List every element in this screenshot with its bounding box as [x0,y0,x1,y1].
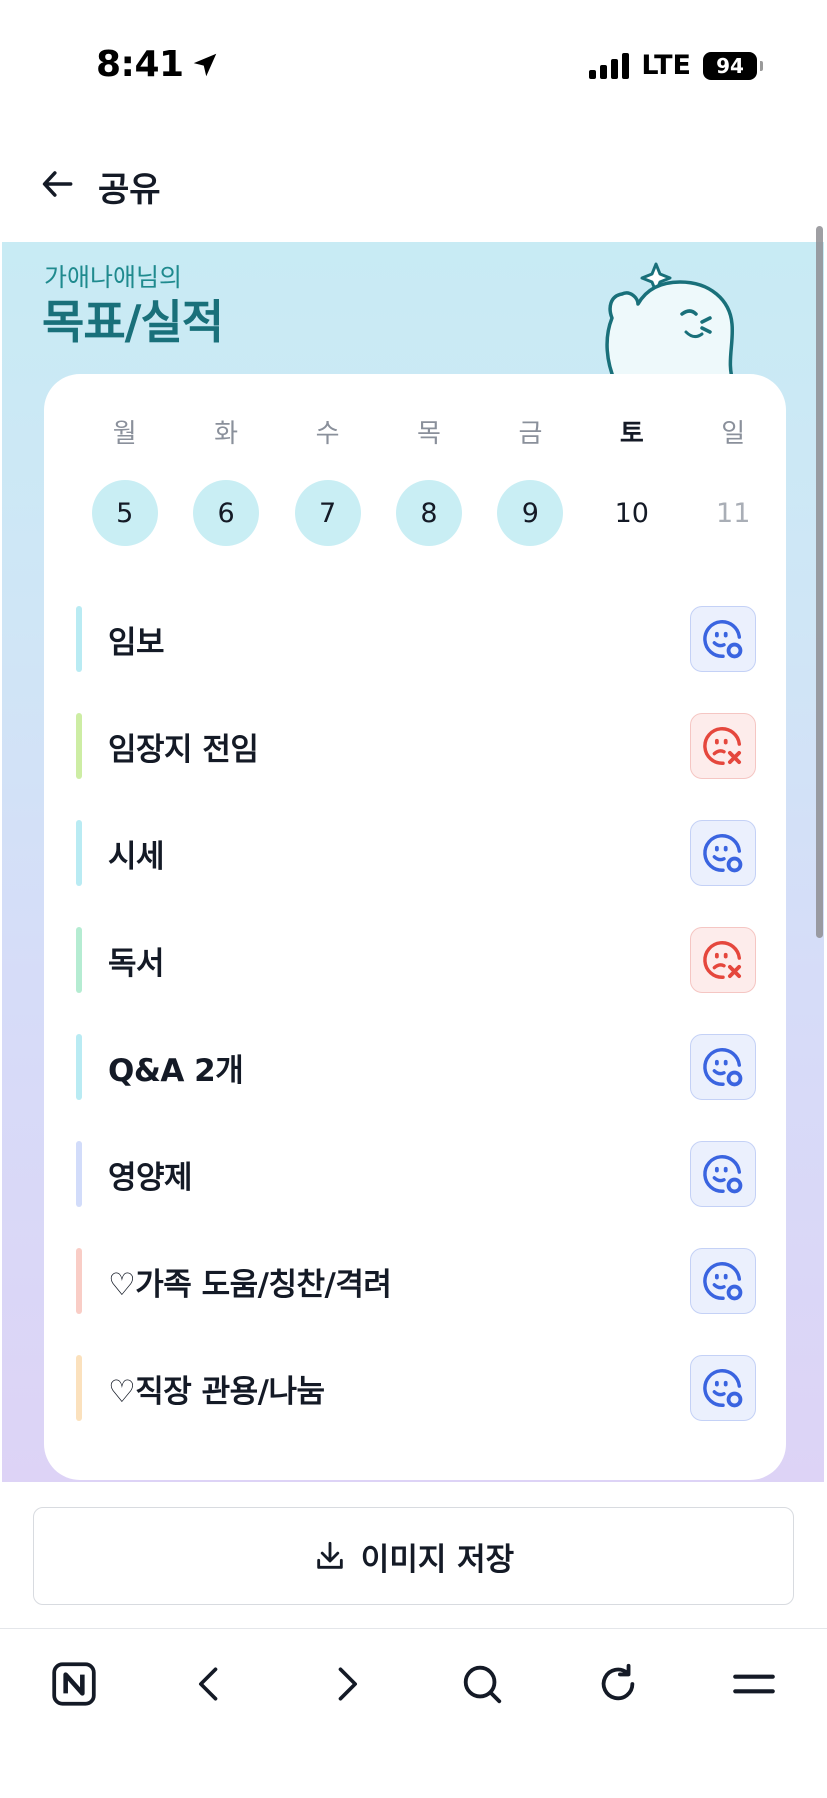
smile-check-icon [703,834,743,873]
back-chevron-icon [199,1667,218,1701]
battery-icon: 94 [703,51,763,80]
day-column: 일 11 [683,414,784,546]
goal-list: 임보임장지 전임시세독서 Q&A 2개영양제 ♡가족 도움/칭찬/격려 ♡직장 관용/… [76,586,756,1442]
weekday-label: 월 [112,419,137,449]
day-column: 수7 [277,414,378,546]
back-button[interactable] [36,162,80,206]
goal-label: Q&A 2개 [108,1053,244,1089]
goal-color-bar [76,820,82,886]
download-icon [317,1541,343,1569]
weekday-label: 목 [417,419,441,449]
weekday-label: 일 [721,419,746,449]
goal-row: ♡직장 관용/나눔 [76,1335,756,1442]
goal-row: 임장지 전임 [76,693,756,800]
browser-forward-button[interactable] [318,1656,374,1712]
day-column: 목8 [378,414,479,546]
goal-achieved-status[interactable] [690,820,756,886]
weekday-label: 금 [518,419,543,449]
browser-refresh-button[interactable] [590,1656,646,1712]
goal-card: 월 5 화 6 수 7 목 8 금 9 토 10 일 11 임보 임장지 전임 시세 독서 Q&A 2개 영양제 ♡가… [44,374,786,1480]
goal-achieved-status[interactable] [690,1141,756,1207]
goal-achieved-status[interactable] [690,606,756,672]
goal-row: ♡가족 도움/칭찬/격려 [76,1228,756,1335]
status-bar: 8:41 LTE 94 [0,0,827,130]
goal-row: 시세 [76,800,756,907]
save-image-label: 이미지 저장 [360,1541,515,1578]
menu-icon [733,1674,775,1694]
goal-label: 임보 [108,625,165,661]
date-number[interactable]: 10 [599,480,665,546]
toolbar-divider [0,1628,827,1629]
date-number[interactable]: 6 [193,480,260,546]
smile-check-icon [703,1369,743,1408]
refresh-icon [601,1663,635,1701]
network-type: LTE [641,50,691,81]
day-column: 금9 [480,414,581,546]
goal-row: Q&A 2개 [76,1014,756,1121]
weekday-label: 토 [619,419,644,449]
status-time: 8:41 [96,44,184,85]
share-title: 목표/실적 [42,295,224,349]
goal-row: 임보 [76,586,756,693]
browser-search-button[interactable] [454,1656,510,1712]
page-title: 공유 [98,170,161,210]
goal-color-bar [76,1248,82,1314]
goal-label: 임장지 전임 [108,732,259,768]
goal-color-bar [76,713,82,779]
browser-menu-button[interactable] [726,1656,782,1712]
goal-achieved-status[interactable] [690,1034,756,1100]
share-image-preview: 가애나애님의 목표/실적 월 5 화 6 수 7 목 8 금 9 토 10 일 11 임보 임장지 전임 시세… [2,242,824,1482]
date-number[interactable]: 5 [91,480,158,546]
goal-row: 영양제 [76,1121,756,1228]
naver-home-icon [52,1662,96,1706]
date-number[interactable]: 7 [294,480,361,546]
cellular-signal-icon [589,52,630,79]
battery-level: 94 [716,53,744,78]
back-arrow-icon [42,171,73,197]
goal-color-bar [76,1141,82,1207]
goal-color-bar [76,1034,82,1100]
smile-check-icon [703,1048,743,1087]
status-time-group: 8:41 [96,44,220,85]
week-calendar: 월 5 화 6 수 7 목 8 금 9 토 10 일 11 [74,414,784,546]
smile-check-icon [703,1155,743,1194]
naver-home-button[interactable] [46,1656,102,1712]
browser-toolbar [0,1640,827,1720]
goal-row: 독서 [76,907,756,1014]
goal-label: ♡가족 도움/칭찬/격려 [108,1267,392,1303]
search-icon [463,1665,502,1704]
forward-chevron-icon [338,1667,357,1701]
goal-achieved-status[interactable] [690,1355,756,1421]
status-indicators: LTE 94 [589,50,763,81]
goal-color-bar [76,927,82,993]
mascot-illustration [605,262,736,382]
sad-x-icon [703,941,742,979]
goal-label: 영양제 [108,1160,193,1196]
sad-x-icon [703,727,742,765]
weekday-label: 수 [315,419,340,449]
goal-label: 독서 [108,946,165,982]
day-column: 월5 [74,414,175,546]
date-number[interactable]: 8 [395,480,462,546]
page-header: 공유 [0,150,827,220]
save-image-button[interactable]: 이미지 저장 [33,1507,794,1605]
location-arrow-icon [193,53,216,76]
goal-achieved-status[interactable] [690,1248,756,1314]
date-number[interactable]: 11 [700,480,766,546]
goal-label: ♡직장 관용/나눔 [108,1374,325,1410]
weekday-label: 화 [214,419,239,449]
goal-label: 시세 [108,839,165,875]
day-column: 토 10 [581,414,682,546]
goal-missed-status[interactable] [690,713,756,779]
day-column: 화6 [175,414,276,546]
smile-check-icon [703,620,743,659]
scrollbar[interactable] [816,226,823,938]
date-number[interactable]: 9 [497,480,564,546]
goal-color-bar [76,1355,82,1421]
goal-missed-status[interactable] [690,927,756,993]
smile-check-icon [703,1262,743,1301]
goal-color-bar [76,606,82,672]
browser-back-button[interactable] [182,1656,238,1712]
